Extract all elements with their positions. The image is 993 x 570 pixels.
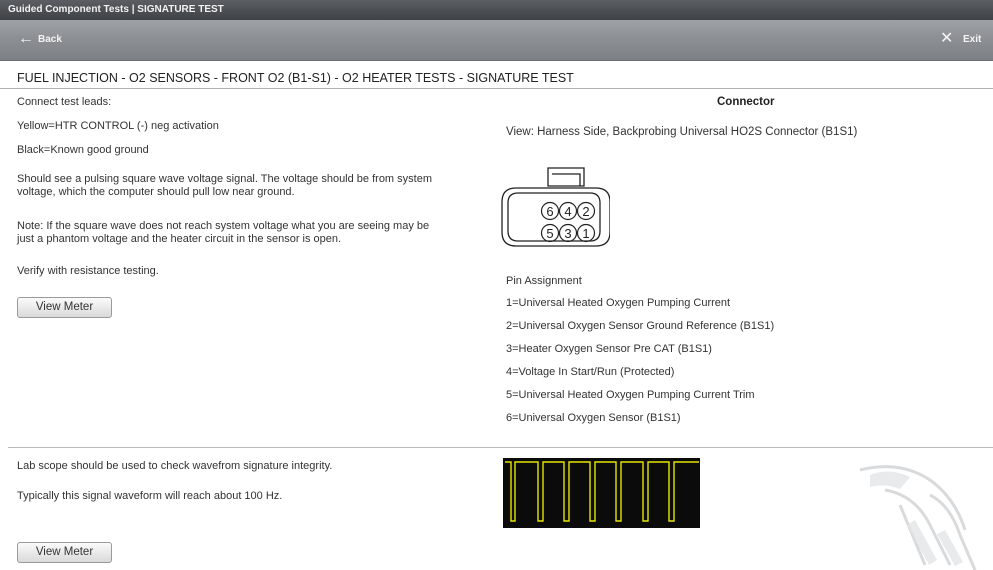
connector-diagram: 6 4 2 5 3 1 — [501, 167, 610, 247]
section-divider — [8, 447, 993, 448]
pin-3-label: 3 — [564, 226, 571, 241]
nav-bar: ← Back ✕ Exit — [0, 20, 993, 61]
window-title: Guided Component Tests | SIGNATURE TEST — [0, 0, 993, 20]
note-line1: Note: If the square wave does not reach … — [17, 220, 430, 232]
pin-assignment-title: Pin Assignment — [506, 275, 582, 287]
yellow-lead-text: Yellow=HTR CONTROL (-) neg activation — [17, 120, 219, 132]
pin-1-label: 1 — [582, 226, 589, 241]
frequency-text: Typically this signal waveform will reac… — [17, 490, 283, 502]
scope-waveform — [503, 458, 700, 528]
pin-assignment-3: 3=Heater Oxygen Sensor Pre CAT (B1S1) — [506, 343, 712, 355]
page-title: FUEL INJECTION - O2 SENSORS - FRONT O2 (… — [17, 71, 574, 85]
close-icon[interactable]: ✕ — [940, 29, 953, 49]
view-meter-button-2[interactable]: View Meter — [17, 542, 112, 563]
pin-assignment-6: 6=Universal Oxygen Sensor (B1S1) — [506, 412, 681, 424]
black-lead-text: Black=Known good ground — [17, 144, 149, 156]
back-button[interactable]: Back — [38, 30, 62, 50]
view-meter-button[interactable]: View Meter — [17, 297, 112, 318]
heading-divider — [0, 88, 993, 89]
pin-assignment-2: 2=Universal Oxygen Sensor Ground Referen… — [506, 320, 775, 332]
lab-scope-text: Lab scope should be used to check wavefr… — [17, 460, 333, 472]
pin-6-label: 6 — [546, 204, 553, 219]
left-arrow-icon[interactable]: ← — [18, 29, 34, 49]
verify-text: Verify with resistance testing. — [17, 265, 159, 277]
pin-assignment-1: 1=Universal Heated Oxygen Pumping Curren… — [506, 297, 731, 309]
connector-title: Connector — [717, 96, 775, 108]
exit-button[interactable]: Exit — [963, 30, 981, 50]
connect-leads-text: Connect test leads: — [17, 96, 112, 108]
note-line2: just a phantom voltage and the heater ci… — [17, 233, 342, 245]
signal-description-line1: Should see a pulsing square wave voltage… — [17, 173, 432, 185]
pin-4-label: 4 — [564, 204, 571, 219]
signal-description-line2: voltage, which the computer should pull … — [17, 186, 295, 198]
pin-2-label: 2 — [582, 204, 589, 219]
probe-watermark-image — [859, 465, 977, 570]
pin-5-label: 5 — [546, 226, 553, 241]
connector-view-text: View: Harness Side, Backprobing Universa… — [506, 126, 858, 138]
pin-assignment-5: 5=Universal Heated Oxygen Pumping Curren… — [506, 389, 755, 401]
pin-assignment-4: 4=Voltage In Start/Run (Protected) — [506, 366, 675, 378]
